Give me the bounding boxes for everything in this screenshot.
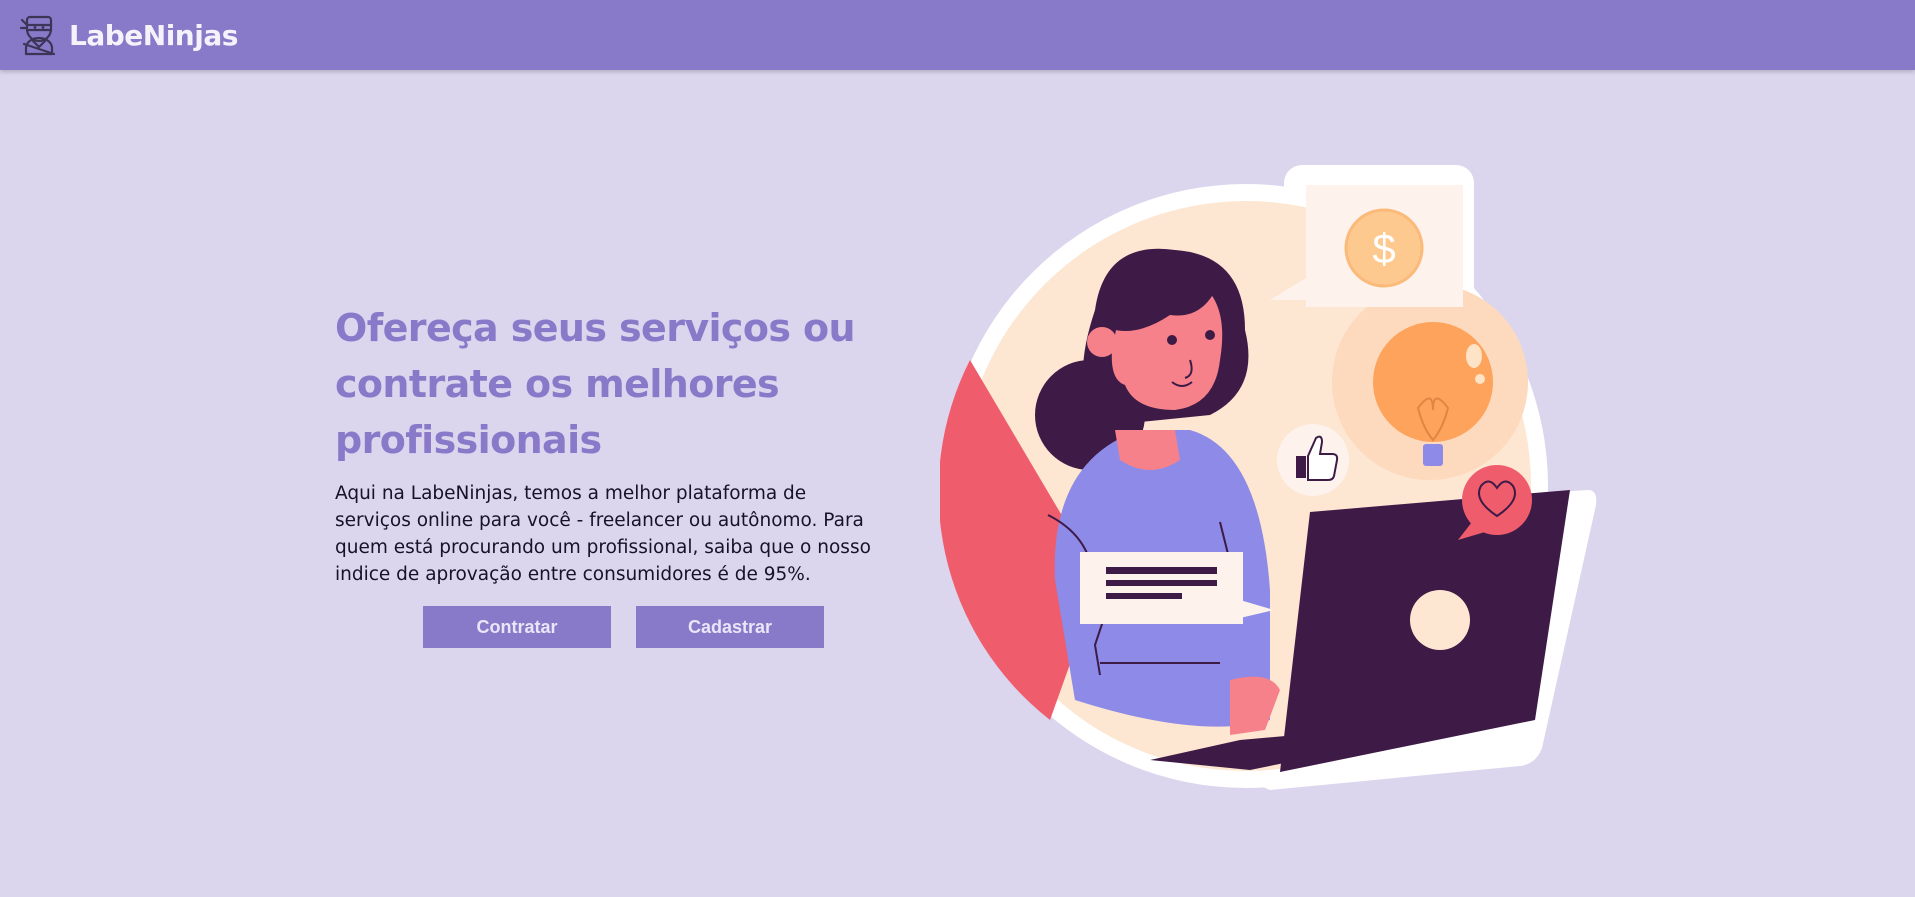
hero-description: Aqui na LabeNinjas, temos a melhor plata… — [335, 483, 871, 585]
hero-title: Ofereça seus serviços ou contrate os mel… — [335, 306, 856, 462]
ninja-icon — [20, 15, 56, 56]
top-app-bar: LabeNinjas — [0, 0, 1915, 70]
logo-link[interactable]: LabeNinjas — [20, 14, 238, 56]
register-button[interactable]: Cadastrar — [636, 606, 824, 648]
hero-actions: Contratar Cadastrar — [335, 606, 880, 648]
thumbs-up-icon — [1277, 424, 1349, 496]
hero-section: Ofereça seus serviços ou contrate os mel… — [335, 300, 880, 648]
app-name: LabeNinjas — [69, 18, 238, 52]
dollar-symbol: $ — [1372, 225, 1395, 272]
hero-illustration: $ — [940, 165, 1597, 790]
hire-button[interactable]: Contratar — [423, 606, 611, 648]
